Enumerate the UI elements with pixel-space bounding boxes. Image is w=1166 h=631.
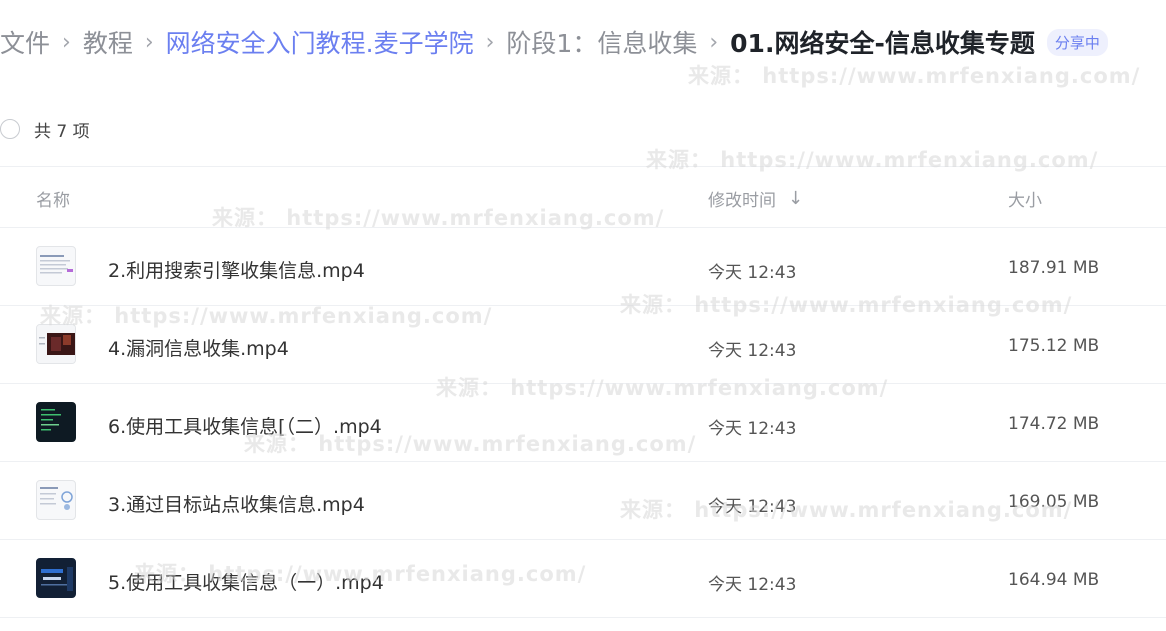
file-size: 169.05 MB (1008, 492, 1100, 512)
item-count: 共 7 项 (34, 121, 90, 142)
table-row[interactable]: 5.使用工具收集信息（一）.mp4 今天 12:43 164.94 MB (0, 540, 1166, 618)
video-thumbnail-icon (36, 324, 76, 364)
column-header-modified-label: 修改时间 (708, 191, 776, 211)
table-row[interactable]: 4.漏洞信息收集.mp4 今天 12:43 175.12 MB (0, 306, 1166, 384)
file-modified-time: 今天 12:43 (708, 575, 797, 595)
file-name[interactable]: 5.使用工具收集信息（一）.mp4 (108, 568, 384, 595)
file-name[interactable]: 6.使用工具收集信息[（二）.mp4 (108, 412, 382, 439)
divider (0, 617, 1166, 618)
column-header-modified[interactable]: 修改时间 ↓ (708, 186, 803, 211)
breadcrumb-separator: › (62, 29, 71, 55)
table-row[interactable]: 6.使用工具收集信息[（二）.mp4 今天 12:43 174.72 MB (0, 384, 1166, 462)
divider (0, 166, 1166, 167)
breadcrumb-separator: › (144, 29, 154, 55)
file-modified-time: 今天 12:43 (708, 419, 797, 439)
file-name[interactable]: 2.利用搜索引擎收集信息.mp4 (108, 256, 365, 283)
watermark-text: 来源： https://www.mrfenxiang.com/ (646, 148, 1099, 172)
breadcrumb: 文件 › 教程 › 网络安全入门教程.麦子学院 › 阶段1：信息收集 › 01.… (0, 22, 1108, 62)
file-size: 175.12 MB (1008, 336, 1100, 356)
breadcrumb-course[interactable]: 网络安全入门教程.麦子学院 (166, 24, 474, 60)
file-size: 164.94 MB (1008, 570, 1100, 590)
file-name[interactable]: 4.漏洞信息收集.mp4 (108, 334, 289, 361)
file-modified-time: 今天 12:43 (708, 341, 797, 361)
file-modified-time: 今天 12:43 (708, 263, 797, 283)
video-thumbnail-icon (36, 558, 76, 598)
watermark-text: 来源： https://www.mrfenxiang.com/ (688, 64, 1141, 88)
table-row[interactable]: 3.通过目标站点收集信息.mp4 今天 12:43 169.05 MB (0, 462, 1166, 540)
breadcrumb-files[interactable]: 文件 (0, 24, 50, 60)
video-thumbnail-icon (36, 246, 76, 286)
video-thumbnail-icon (36, 402, 76, 442)
sort-arrow-down-icon[interactable]: ↓ (788, 188, 803, 209)
selection-summary: 共 7 项 (0, 116, 90, 142)
breadcrumb-stage[interactable]: 阶段1：信息收集 (506, 24, 697, 60)
breadcrumb-separator: › (485, 29, 495, 55)
file-size: 187.91 MB (1008, 258, 1100, 278)
column-header-size[interactable]: 大小 (1008, 186, 1042, 211)
share-status-badge[interactable]: 分享中 (1046, 28, 1108, 56)
select-all-checkbox-icon[interactable] (0, 119, 20, 139)
file-modified-time: 今天 12:43 (708, 497, 797, 517)
video-thumbnail-icon (36, 480, 76, 520)
table-row[interactable]: 2.利用搜索引擎收集信息.mp4 今天 12:43 187.91 MB (0, 228, 1166, 306)
breadcrumb-tutorials[interactable]: 教程 (83, 24, 133, 60)
breadcrumb-separator: › (709, 29, 719, 55)
file-name[interactable]: 3.通过目标站点收集信息.mp4 (108, 490, 365, 517)
breadcrumb-current-folder: 01.网络安全-信息收集专题 (730, 29, 1035, 58)
file-size: 174.72 MB (1008, 414, 1100, 434)
column-header-name[interactable]: 名称 (36, 186, 70, 211)
